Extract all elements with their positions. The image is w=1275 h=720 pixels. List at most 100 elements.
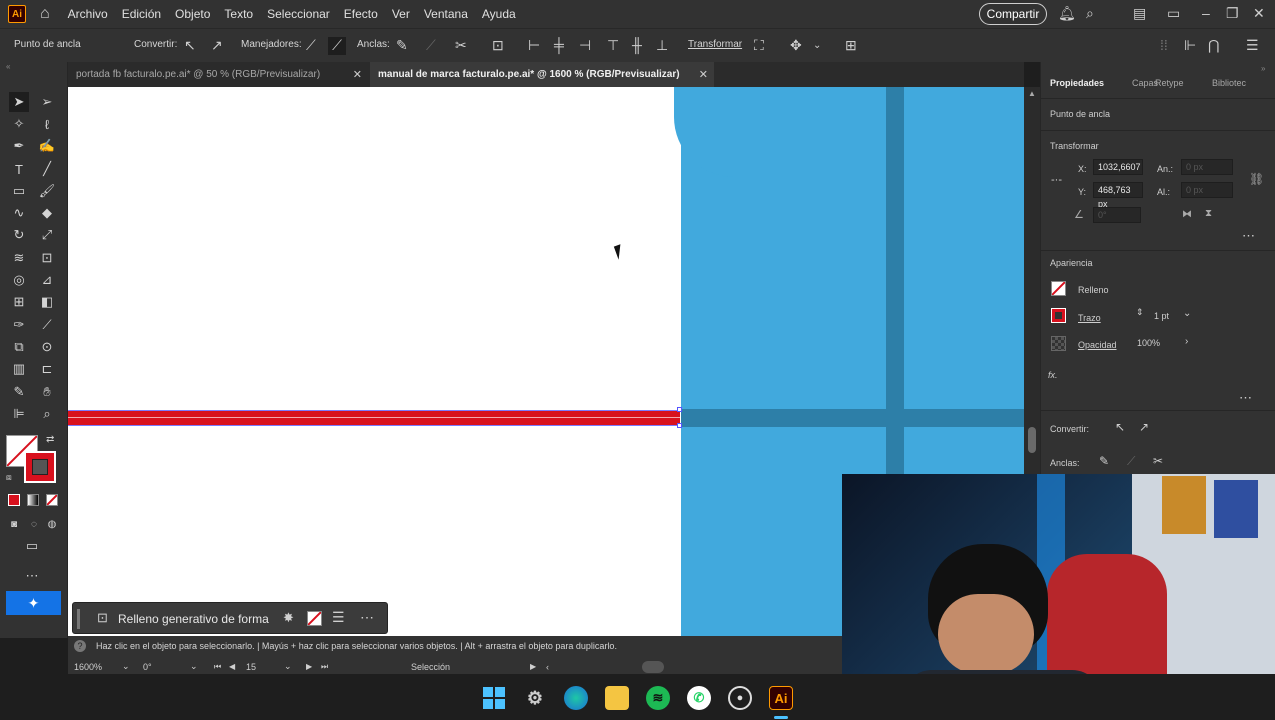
scroll-up-icon[interactable]: ▲ — [1028, 89, 1036, 98]
reference-point-icon[interactable]: -·- — [1051, 174, 1062, 186]
close-icon[interactable]: ✕ — [1253, 5, 1265, 22]
tab-retype[interactable]: Retype — [1155, 78, 1184, 88]
draw-normal-icon[interactable]: ◙ — [4, 514, 24, 534]
cut-path-icon[interactable]: ✂ — [1153, 454, 1163, 468]
anchor-point[interactable] — [677, 423, 682, 428]
screen-recorder-icon[interactable]: ● — [728, 686, 752, 710]
menu-ver[interactable]: Ver — [392, 7, 410, 21]
type-tool-icon[interactable]: T — [9, 159, 29, 179]
chevron-down-icon[interactable]: ⌄ — [1183, 308, 1191, 319]
puppet-warp-icon[interactable]: ✥ — [790, 37, 802, 54]
slice-tool-icon[interactable]: ✎ — [9, 382, 29, 402]
draw-behind-icon[interactable]: ◌ — [24, 514, 44, 534]
symbol-sprayer-tool-icon[interactable]: ⊙ — [37, 337, 57, 357]
shaper-tool-icon[interactable]: ∿ — [9, 203, 29, 223]
arrange-documents-icon[interactable]: ▭ — [1167, 5, 1180, 22]
minimize-icon[interactable]: – — [1202, 5, 1210, 21]
eraser-tool-icon[interactable]: ◆ — [37, 203, 57, 223]
search-icon[interactable]: ⌕ — [1086, 5, 1094, 22]
menu-ventana[interactable]: Ventana — [424, 7, 468, 21]
menu-efecto[interactable]: Efecto — [344, 7, 378, 21]
edge-browser-icon[interactable] — [564, 686, 588, 710]
align-right-icon[interactable]: ⊣ — [579, 37, 591, 54]
color-mode-icon[interactable] — [8, 494, 20, 506]
illustrator-app-icon[interactable]: Ai — [769, 686, 793, 710]
menu-seleccionar[interactable]: Seleccionar — [267, 7, 330, 21]
magnet-icon[interactable]: ⋂ — [1208, 37, 1219, 54]
menu-lines-icon[interactable]: ☰ — [332, 609, 345, 626]
recolor-icon[interactable]: ✸ — [283, 610, 294, 626]
draw-inside-icon[interactable]: ◍ — [42, 514, 62, 534]
free-transform-tool-icon[interactable]: ⊡ — [37, 248, 57, 268]
default-fill-stroke-icon[interactable]: ⧈ — [6, 472, 12, 483]
more-options-icon[interactable]: ⋯ — [360, 609, 374, 626]
more-tools-icon[interactable]: ⋯ — [22, 566, 42, 586]
collapse-panel-icon[interactable]: » — [1261, 64, 1265, 73]
help-icon[interactable]: ? — [74, 640, 86, 652]
swap-fill-stroke-icon[interactable]: ⇄ — [46, 434, 54, 445]
workspace-icon[interactable]: ▤ — [1133, 5, 1146, 22]
selection-tool-icon[interactable]: ➤ — [9, 92, 29, 112]
more-options-icon[interactable]: ⋯ — [1242, 228, 1255, 244]
eyedropper-tool-icon[interactable]: ✑ — [9, 315, 29, 335]
zoom-tool-icon[interactable]: ⌕ — [37, 404, 57, 424]
menu-objeto[interactable]: Objeto — [175, 7, 210, 21]
line-tool-icon[interactable]: ╱ — [37, 159, 57, 179]
whatsapp-icon[interactable]: ✆ — [687, 686, 711, 710]
stroke-swatch[interactable] — [1051, 308, 1066, 323]
shape-builder-tool-icon[interactable]: ◎ — [9, 270, 29, 290]
chevron-down-icon[interactable]: ⌄ — [190, 661, 198, 672]
file-explorer-icon[interactable] — [605, 686, 629, 710]
scroll-left-icon[interactable]: ‹ — [546, 662, 549, 672]
tab-portada[interactable]: portada fb facturalo.pe.ai* @ 50 % (RGB/… — [68, 62, 368, 87]
measure-tool-icon[interactable]: ⟋ — [37, 315, 57, 335]
edit-toolbar-icon[interactable]: ⊫ — [9, 404, 29, 424]
windows-start-icon[interactable] — [482, 686, 506, 710]
menu-texto[interactable]: Texto — [224, 7, 253, 21]
column-graph-tool-icon[interactable]: ▥ — [9, 359, 29, 379]
artboard-number[interactable]: 15 — [246, 662, 256, 672]
magic-wand-tool-icon[interactable]: ✧ — [9, 114, 29, 134]
direct-selection-tool-icon[interactable]: ➢ — [37, 92, 57, 112]
height-field[interactable]: 0 px — [1181, 182, 1233, 198]
align-to-icon[interactable]: ⊡ — [492, 37, 504, 54]
selected-red-path[interactable] — [68, 410, 680, 426]
x-field[interactable]: 1032,6607 — [1093, 159, 1143, 175]
angle-field[interactable]: 0° — [1093, 207, 1141, 223]
restore-icon[interactable]: ❐ — [1226, 5, 1239, 22]
stroke-weight[interactable]: 1 pt — [1154, 311, 1169, 321]
opacity-label[interactable]: Opacidad — [1078, 340, 1117, 350]
tab-propiedades[interactable]: Propiedades — [1050, 78, 1104, 88]
menu-archivo[interactable]: Archivo — [68, 7, 108, 21]
close-icon[interactable]: ✕ — [353, 68, 362, 81]
blend-tool-icon[interactable]: ⧉ — [9, 337, 29, 357]
effects-label[interactable]: fx. — [1048, 370, 1058, 380]
status-menu-icon[interactable]: ▶ — [530, 662, 536, 671]
convert-corner-icon[interactable]: ↖ — [184, 37, 196, 54]
isolate-icon[interactable]: ⛶ — [754, 37, 764, 54]
rotation-value[interactable]: 0° — [143, 662, 152, 672]
bell-icon[interactable]: 🔔︎ — [1058, 5, 1076, 22]
hide-handles-icon[interactable]: ⟋ — [328, 37, 346, 55]
chevron-down-icon[interactable]: ⌄ — [122, 661, 130, 672]
curvature-tool-icon[interactable]: ✍ — [37, 136, 57, 156]
remove-anchor-icon[interactable]: ✎ — [396, 37, 408, 54]
zoom-level[interactable]: 1600% — [74, 662, 102, 672]
transform-link[interactable]: Transformar — [688, 39, 742, 50]
more-options-icon[interactable]: ⋯ — [1239, 390, 1252, 406]
scrollbar-thumb[interactable] — [1028, 427, 1036, 453]
flip-vertical-icon[interactable]: ⧗ — [1205, 208, 1212, 219]
prev-artboard-icon[interactable]: ◀ — [229, 662, 235, 671]
pen-tool-icon[interactable]: ✒ — [9, 136, 29, 156]
horizontal-scrollbar-thumb[interactable] — [642, 661, 664, 673]
artboard-options-icon[interactable]: ⊞ — [845, 37, 857, 54]
link-proportions-icon[interactable]: ⛓ — [1249, 172, 1264, 186]
width-field[interactable]: 0 px — [1181, 159, 1233, 175]
artboard-white-area[interactable] — [68, 87, 682, 636]
mesh-tool-icon[interactable]: ⊞ — [9, 292, 29, 312]
fill-none-icon[interactable] — [307, 611, 322, 626]
scale-tool-icon[interactable]: ⤢ — [37, 225, 57, 245]
align-left-icon[interactable]: ⊢ — [528, 37, 540, 54]
chevron-down-icon[interactable]: ⌄ — [284, 661, 292, 672]
home-icon[interactable]: ⌂ — [40, 5, 50, 23]
